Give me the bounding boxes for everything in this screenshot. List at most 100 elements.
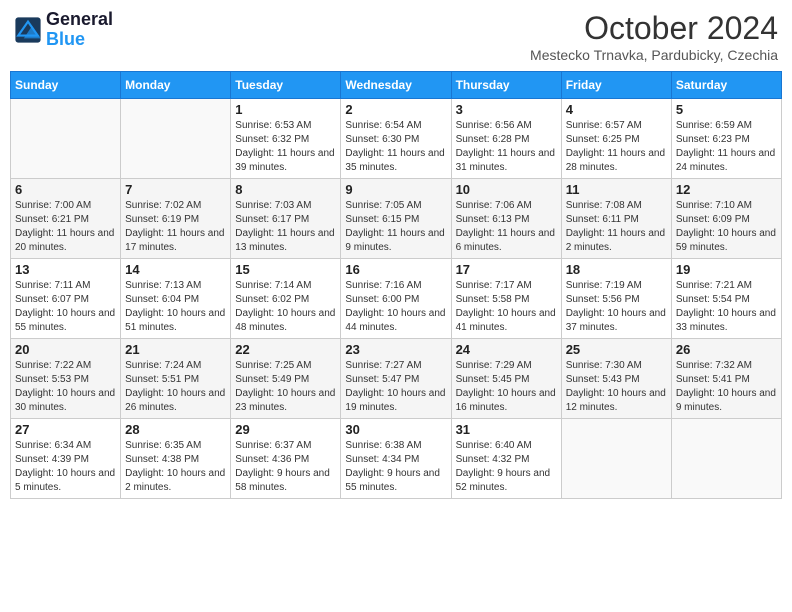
day-info: Sunrise: 7:22 AM Sunset: 5:53 PM Dayligh… xyxy=(15,359,116,415)
day-number: 6 xyxy=(15,182,116,197)
weekday-header: Monday xyxy=(121,72,231,99)
day-info: Sunrise: 6:59 AM Sunset: 6:23 PM Dayligh… xyxy=(676,119,777,175)
day-info: Sunrise: 6:38 AM Sunset: 4:34 PM Dayligh… xyxy=(345,439,446,495)
day-number: 5 xyxy=(676,102,777,117)
calendar-cell: 2 Sunrise: 6:54 AM Sunset: 6:30 PM Daylig… xyxy=(341,99,451,179)
calendar-week-row: 27 Sunrise: 6:34 AM Sunset: 4:39 PM Dayli… xyxy=(11,419,782,499)
day-number: 11 xyxy=(566,182,667,197)
location: Mestecko Trnavka, Pardubicky, Czechia xyxy=(530,47,778,63)
calendar-header-row: SundayMondayTuesdayWednesdayThursdayFrid… xyxy=(11,72,782,99)
day-info: Sunrise: 6:57 AM Sunset: 6:25 PM Dayligh… xyxy=(566,119,667,175)
calendar-cell: 27 Sunrise: 6:34 AM Sunset: 4:39 PM Dayli… xyxy=(11,419,121,499)
calendar-cell: 17Sunrise: 7:17 AM Sunset: 5:58 PM Dayli… xyxy=(451,259,561,339)
day-number: 29 xyxy=(235,422,336,437)
calendar-cell: 16Sunrise: 7:16 AM Sunset: 6:00 PM Dayli… xyxy=(341,259,451,339)
day-number: 7 xyxy=(125,182,226,197)
day-info: Sunrise: 7:14 AM Sunset: 6:02 PM Dayligh… xyxy=(235,279,336,335)
calendar-cell: 21 Sunrise: 7:24 AM Sunset: 5:51 PM Dayli… xyxy=(121,339,231,419)
calendar-cell: 6 Sunrise: 7:00 AM Sunset: 6:21 PM Daylig… xyxy=(11,179,121,259)
day-number: 27 xyxy=(15,422,116,437)
day-info: Sunrise: 6:37 AM Sunset: 4:36 PM Dayligh… xyxy=(235,439,336,495)
calendar-cell: 11 Sunrise: 7:08 AM Sunset: 6:11 PM Dayli… xyxy=(561,179,671,259)
day-number: 21 xyxy=(125,342,226,357)
day-info: Sunrise: 6:34 AM Sunset: 4:39 PM Dayligh… xyxy=(15,439,116,495)
day-info: Sunrise: 7:02 AM Sunset: 6:19 PM Dayligh… xyxy=(125,199,226,255)
calendar-cell xyxy=(671,419,781,499)
day-info: Sunrise: 7:19 AM Sunset: 5:56 PM Dayligh… xyxy=(566,279,667,335)
day-number: 3 xyxy=(456,102,557,117)
logo-icon xyxy=(14,16,42,44)
day-info: Sunrise: 6:35 AM Sunset: 4:38 PM Dayligh… xyxy=(125,439,226,495)
day-info: Sunrise: 7:00 AM Sunset: 6:21 PM Dayligh… xyxy=(15,199,116,255)
calendar-cell: 13Sunrise: 7:11 AM Sunset: 6:07 PM Dayli… xyxy=(11,259,121,339)
day-info: Sunrise: 7:05 AM Sunset: 6:15 PM Dayligh… xyxy=(345,199,446,255)
calendar-cell xyxy=(121,99,231,179)
day-number: 12 xyxy=(676,182,777,197)
page-header: General Blue October 2024 Mestecko Trnav… xyxy=(10,10,782,63)
weekday-header: Tuesday xyxy=(231,72,341,99)
calendar-cell xyxy=(561,419,671,499)
calendar-cell: 18 Sunrise: 7:19 AM Sunset: 5:56 PM Dayli… xyxy=(561,259,671,339)
day-info: Sunrise: 7:10 AM Sunset: 6:09 PM Dayligh… xyxy=(676,199,777,255)
day-number: 15 xyxy=(235,262,336,277)
day-info: Sunrise: 7:24 AM Sunset: 5:51 PM Dayligh… xyxy=(125,359,226,415)
day-number: 9 xyxy=(345,182,446,197)
weekday-header: Saturday xyxy=(671,72,781,99)
calendar-week-row: 6 Sunrise: 7:00 AM Sunset: 6:21 PM Daylig… xyxy=(11,179,782,259)
calendar-cell: 25 Sunrise: 7:30 AM Sunset: 5:43 PM Dayli… xyxy=(561,339,671,419)
calendar-cell: 23 Sunrise: 7:27 AM Sunset: 5:47 PM Dayli… xyxy=(341,339,451,419)
day-number: 10 xyxy=(456,182,557,197)
calendar-cell: 28 Sunrise: 6:35 AM Sunset: 4:38 PM Dayli… xyxy=(121,419,231,499)
calendar-cell: 1 Sunrise: 6:53 AM Sunset: 6:32 PM Daylig… xyxy=(231,99,341,179)
day-number: 26 xyxy=(676,342,777,357)
calendar-cell: 8 Sunrise: 7:03 AM Sunset: 6:17 PM Daylig… xyxy=(231,179,341,259)
calendar-cell: 24Sunrise: 7:29 AM Sunset: 5:45 PM Dayli… xyxy=(451,339,561,419)
title-block: October 2024 Mestecko Trnavka, Pardubick… xyxy=(530,10,778,63)
calendar-cell: 3 Sunrise: 6:56 AM Sunset: 6:28 PM Daylig… xyxy=(451,99,561,179)
day-info: Sunrise: 6:40 AM Sunset: 4:32 PM Dayligh… xyxy=(456,439,557,495)
calendar-cell: 14Sunrise: 7:13 AM Sunset: 6:04 PM Dayli… xyxy=(121,259,231,339)
calendar-cell: 4Sunrise: 6:57 AM Sunset: 6:25 PM Daylig… xyxy=(561,99,671,179)
calendar-cell: 15 Sunrise: 7:14 AM Sunset: 6:02 PM Dayli… xyxy=(231,259,341,339)
calendar-week-row: 1 Sunrise: 6:53 AM Sunset: 6:32 PM Daylig… xyxy=(11,99,782,179)
day-info: Sunrise: 7:03 AM Sunset: 6:17 PM Dayligh… xyxy=(235,199,336,255)
day-number: 22 xyxy=(235,342,336,357)
day-info: Sunrise: 7:13 AM Sunset: 6:04 PM Dayligh… xyxy=(125,279,226,335)
calendar-cell: 19Sunrise: 7:21 AM Sunset: 5:54 PM Dayli… xyxy=(671,259,781,339)
day-number: 31 xyxy=(456,422,557,437)
calendar-cell: 7 Sunrise: 7:02 AM Sunset: 6:19 PM Daylig… xyxy=(121,179,231,259)
day-info: Sunrise: 6:54 AM Sunset: 6:30 PM Dayligh… xyxy=(345,119,446,175)
weekday-header: Sunday xyxy=(11,72,121,99)
weekday-header: Thursday xyxy=(451,72,561,99)
day-number: 18 xyxy=(566,262,667,277)
day-info: Sunrise: 6:53 AM Sunset: 6:32 PM Dayligh… xyxy=(235,119,336,175)
weekday-header: Wednesday xyxy=(341,72,451,99)
day-number: 28 xyxy=(125,422,226,437)
day-number: 23 xyxy=(345,342,446,357)
day-info: Sunrise: 7:27 AM Sunset: 5:47 PM Dayligh… xyxy=(345,359,446,415)
month-title: October 2024 xyxy=(530,10,778,47)
day-number: 25 xyxy=(566,342,667,357)
logo: General Blue xyxy=(14,10,113,50)
day-number: 20 xyxy=(15,342,116,357)
day-number: 1 xyxy=(235,102,336,117)
calendar-week-row: 13Sunrise: 7:11 AM Sunset: 6:07 PM Dayli… xyxy=(11,259,782,339)
calendar-cell: 9 Sunrise: 7:05 AM Sunset: 6:15 PM Daylig… xyxy=(341,179,451,259)
day-number: 30 xyxy=(345,422,446,437)
day-info: Sunrise: 7:21 AM Sunset: 5:54 PM Dayligh… xyxy=(676,279,777,335)
day-info: Sunrise: 7:08 AM Sunset: 6:11 PM Dayligh… xyxy=(566,199,667,255)
day-info: Sunrise: 7:30 AM Sunset: 5:43 PM Dayligh… xyxy=(566,359,667,415)
day-info: Sunrise: 7:06 AM Sunset: 6:13 PM Dayligh… xyxy=(456,199,557,255)
calendar-week-row: 20 Sunrise: 7:22 AM Sunset: 5:53 PM Dayli… xyxy=(11,339,782,419)
day-number: 8 xyxy=(235,182,336,197)
calendar-cell: 31 Sunrise: 6:40 AM Sunset: 4:32 PM Dayli… xyxy=(451,419,561,499)
calendar-cell: 20 Sunrise: 7:22 AM Sunset: 5:53 PM Dayli… xyxy=(11,339,121,419)
day-number: 2 xyxy=(345,102,446,117)
calendar-cell: 12 Sunrise: 7:10 AM Sunset: 6:09 PM Dayli… xyxy=(671,179,781,259)
calendar-cell: 5 Sunrise: 6:59 AM Sunset: 6:23 PM Daylig… xyxy=(671,99,781,179)
day-number: 17 xyxy=(456,262,557,277)
logo-text: General Blue xyxy=(46,10,113,50)
day-info: Sunrise: 7:29 AM Sunset: 5:45 PM Dayligh… xyxy=(456,359,557,415)
day-info: Sunrise: 6:56 AM Sunset: 6:28 PM Dayligh… xyxy=(456,119,557,175)
weekday-header: Friday xyxy=(561,72,671,99)
